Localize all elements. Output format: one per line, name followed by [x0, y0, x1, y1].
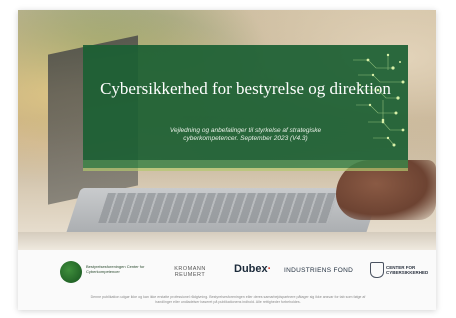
footer-disclaimer: Denne publikation udgør ikke og kan ikke… [90, 295, 366, 304]
dubex-logo: Dubex· [234, 263, 271, 275]
bestyrelsesforeningen-label: Bestyrelsesforeningen Center for Cyberko… [86, 264, 145, 274]
dubex-label: Dubex [234, 263, 268, 275]
laptop-keyboard-image [98, 193, 338, 223]
crown-shield-icon [370, 262, 384, 278]
title-banner: Cybersikkerhed for bestyrelse og direkti… [83, 45, 408, 160]
banner-accent-stripe [83, 168, 408, 171]
banner-stripe [83, 160, 408, 168]
desk-image [18, 232, 436, 250]
cfcs-logo-label: CENTER FOR CYBERSIKKERHED [386, 265, 429, 275]
industriens-fond-logo: INDUSTRIENS FOND [284, 267, 354, 274]
partner-logos: Bestyrelsesforeningen Center for Cyberko… [18, 258, 436, 288]
kromann-reumert-logo: KROMANN REUMERT [174, 266, 206, 278]
document-subtitle: Vejledning og anbefalinger til styrkelse… [169, 127, 322, 142]
document-cover: Cybersikkerhed for bestyrelse og direkti… [18, 10, 436, 310]
dubex-dot: · [267, 263, 272, 275]
circuit-pattern-icon [353, 53, 405, 147]
bestyrelsesforeningen-logo-icon [60, 261, 82, 283]
